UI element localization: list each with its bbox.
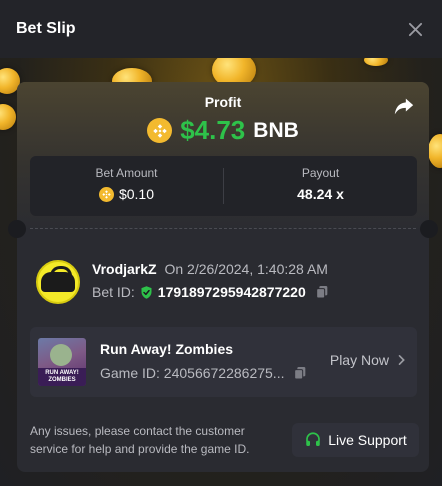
game-id-value: Game ID: 24056672286275... bbox=[100, 365, 285, 381]
bet-amount-row: $0.10 bbox=[30, 186, 223, 202]
play-now-button[interactable]: Play Now bbox=[330, 352, 407, 368]
bnb-coin-icon bbox=[98, 186, 114, 202]
decorative-coin bbox=[364, 58, 388, 66]
username[interactable]: VrodjarkZ bbox=[92, 261, 157, 277]
ticket-divider bbox=[30, 228, 416, 229]
game-id-line: Game ID: 24056672286275... bbox=[100, 365, 308, 381]
bet-timestamp: On 2/26/2024, 1:40:28 AM bbox=[164, 261, 328, 277]
live-support-label: Live Support bbox=[328, 432, 407, 448]
profit-row: $4.73 BNB bbox=[17, 115, 429, 146]
bet-id-line: Bet ID: 1791897295942877220 bbox=[92, 284, 330, 300]
bet-amount-stat: Bet Amount $0.10 bbox=[30, 156, 223, 216]
ticket-notch-right bbox=[420, 220, 438, 238]
decorative-coin bbox=[428, 134, 442, 168]
payout-label: Payout bbox=[301, 166, 340, 180]
share-icon bbox=[394, 98, 414, 115]
modal-title: Bet Slip bbox=[16, 20, 76, 37]
ticket-notch-left bbox=[8, 220, 26, 238]
live-support-button[interactable]: Live Support bbox=[292, 423, 419, 457]
bet-id-label: Bet ID: bbox=[92, 284, 135, 300]
payout-row: 48.24 x bbox=[224, 186, 417, 202]
bnb-coin-icon bbox=[147, 118, 173, 143]
profit-currency: BNB bbox=[253, 118, 299, 142]
headset-icon bbox=[306, 432, 321, 446]
shield-check-icon bbox=[141, 285, 152, 299]
modal-header: Bet Slip bbox=[0, 0, 442, 58]
bet-slip-card: Profit $4.73 BNB Bet Amount $0.10 Payout… bbox=[8, 82, 438, 472]
share-button[interactable] bbox=[393, 95, 415, 117]
avatar[interactable] bbox=[36, 260, 80, 304]
game-info: RUN AWAY! ZOMBIES Run Away! Zombies Game… bbox=[30, 327, 417, 397]
bet-amount-label: Bet Amount bbox=[95, 166, 158, 180]
copy-icon[interactable] bbox=[292, 365, 308, 381]
chevron-right-icon bbox=[398, 355, 405, 365]
thumbnail-character bbox=[50, 344, 72, 366]
bet-id-value: 1791897295942877220 bbox=[157, 284, 306, 300]
play-now-label: Play Now bbox=[329, 352, 389, 368]
profit-amount: $4.73 bbox=[180, 115, 246, 145]
username-line: VrodjarkZ On 2/26/2024, 1:40:28 AM bbox=[92, 261, 328, 277]
close-button[interactable] bbox=[404, 18, 426, 40]
copy-icon[interactable] bbox=[314, 284, 330, 300]
decorative-coin bbox=[0, 104, 16, 130]
profit-panel: Profit $4.73 BNB Bet Amount $0.10 Payout… bbox=[17, 82, 429, 228]
payout-stat: Payout 48.24 x bbox=[224, 156, 417, 216]
payout-value: 48.24 x bbox=[297, 186, 344, 202]
thumbnail-caption: RUN AWAY! ZOMBIES bbox=[45, 370, 79, 383]
profit-label: Profit bbox=[204, 94, 242, 110]
avatar-graphic bbox=[41, 266, 75, 292]
bet-amount-value: $0.10 bbox=[118, 186, 155, 202]
bet-stats: Bet Amount $0.10 Payout 48.24 x bbox=[30, 156, 417, 216]
bettor-info: VrodjarkZ On 2/26/2024, 1:40:28 AM Bet I… bbox=[36, 258, 416, 310]
close-icon bbox=[408, 22, 422, 36]
game-title: Run Away! Zombies bbox=[100, 341, 234, 357]
support-notice: Any issues, please contact the customer … bbox=[30, 424, 250, 456]
game-thumbnail[interactable]: RUN AWAY! ZOMBIES bbox=[38, 338, 86, 386]
